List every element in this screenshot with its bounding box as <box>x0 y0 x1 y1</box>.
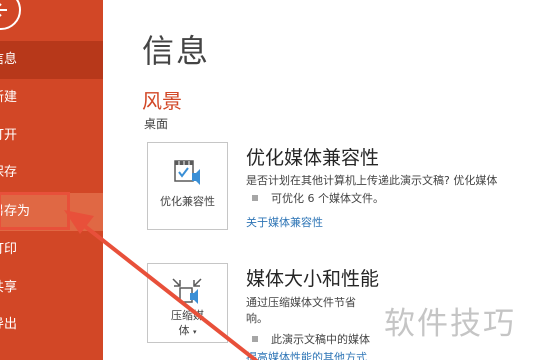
compress-media-icon <box>172 278 202 304</box>
tile-label-line2: 体 ▾ <box>148 323 227 340</box>
section-description-line2: 响。 <box>246 312 268 325</box>
back-button[interactable] <box>0 0 21 30</box>
bullet-item: 此演示文稿中的媒体 <box>252 331 370 347</box>
nav-item-export[interactable]: 导出 <box>0 306 103 344</box>
bullet-item: 可优化 6 个媒体文件。 <box>252 190 384 206</box>
back-arrow-icon <box>0 3 7 17</box>
nav-item-print[interactable]: 打印 <box>0 231 103 269</box>
bullet-square-icon <box>252 336 258 342</box>
nav-item-label: 打开 <box>0 128 18 143</box>
section-description-line1: 通过压缩媒体文件节省 <box>246 296 356 309</box>
tile-label-line1: 压缩媒 <box>171 309 204 322</box>
nav-item-info[interactable]: 信息 <box>0 41 103 79</box>
document-title: 风景 <box>142 89 182 113</box>
nav-item-new[interactable]: 新建 <box>0 79 103 117</box>
bullet-square-icon <box>252 195 258 201</box>
section-title: 媒体大小和性能 <box>246 268 380 290</box>
nav-item-label: 另存为 <box>0 204 31 219</box>
nav-item-label: 导出 <box>0 317 18 332</box>
nav-item-label: 打印 <box>0 242 18 257</box>
nav-item-open[interactable]: 打开 <box>0 117 103 155</box>
nav-item-label: 信息 <box>0 52 18 67</box>
dropdown-arrow-icon: ▾ <box>192 328 197 336</box>
document-location: 桌面 <box>144 117 169 131</box>
bullet-text: 可优化 6 个媒体文件。 <box>271 192 384 205</box>
media-optimize-icon <box>174 160 200 185</box>
backstage-sidebar: 信息 新建 打开 保存 另存为 打印 共享 导出 <box>0 0 103 360</box>
section-title: 优化媒体兼容性 <box>246 147 380 169</box>
nav-item-label: 共享 <box>0 280 18 295</box>
tile-label: 优化兼容性 <box>160 195 215 208</box>
media-performance-link[interactable]: 提高媒体性能的其他方式 <box>246 349 367 360</box>
nav-item-label: 新建 <box>0 90 18 105</box>
section-description: 是否计划在其他计算机上传递此演示文稿? 优化媒体 <box>246 174 498 187</box>
nav-item-label: 保存 <box>0 165 18 180</box>
tile-label-text: 体 <box>178 324 190 337</box>
bullet-text: 此演示文稿中的媒体 <box>271 333 370 346</box>
nav-item-save[interactable]: 保存 <box>0 154 103 192</box>
nav-item-share[interactable]: 共享 <box>0 269 103 307</box>
nav-item-save-as[interactable]: 另存为 <box>0 193 103 231</box>
compress-media-button[interactable]: 压缩媒 体 ▾ <box>147 263 228 343</box>
optimize-compatibility-button[interactable]: 优化兼容性 <box>147 142 228 230</box>
media-compatibility-link[interactable]: 关于媒体兼容性 <box>246 214 323 230</box>
info-panel: 信息 风景 桌面 优化兼容性 优化媒体兼容性 是否计划在其他计算机上传递此演示文… <box>103 0 539 360</box>
page-title: 信息 <box>142 32 211 70</box>
